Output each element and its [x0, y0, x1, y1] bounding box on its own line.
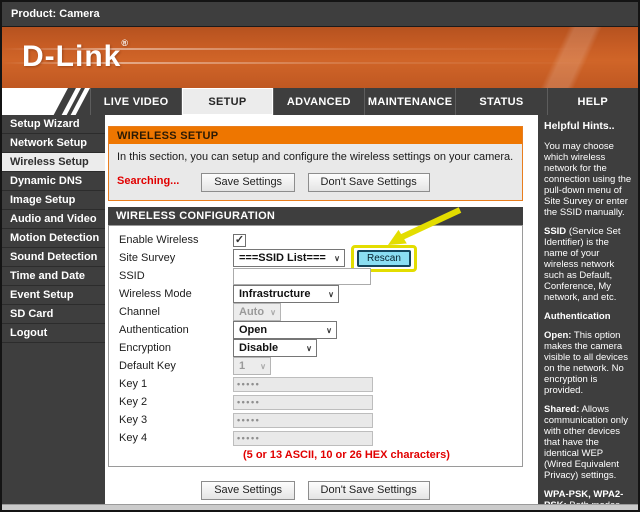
- wireless-mode-label: Wireless Mode: [119, 288, 233, 300]
- encryption-select[interactable]: Disable ∨: [233, 339, 317, 357]
- ssid-row: SSID: [119, 267, 522, 285]
- brand-banner: D-Link®: [2, 27, 638, 88]
- hint-ssid: SSID (Service Set Identifier) is the nam…: [544, 226, 633, 303]
- registered-mark: ®: [121, 38, 128, 48]
- wireless-configuration-form: Enable Wireless ✓ Site Survey ===SSID Li…: [108, 225, 523, 467]
- helpful-hints-title: Helpful Hints..: [544, 121, 633, 132]
- key2-input: [233, 395, 373, 410]
- key1-input: [233, 377, 373, 392]
- footer-bar: [2, 504, 638, 510]
- key3-input: [233, 413, 373, 428]
- authentication-row: Authentication Open ∨: [119, 321, 522, 339]
- default-key-select: 1 ∨: [233, 357, 271, 375]
- channel-row: Channel Auto ∨: [119, 303, 522, 321]
- sidebar-item-motion-detection[interactable]: Motion Detection: [2, 229, 105, 248]
- bottom-actions-row: Save Settings Don't Save Settings: [108, 480, 523, 500]
- key1-label: Key 1: [119, 378, 233, 390]
- tab-live-video[interactable]: LIVE VIDEO: [90, 88, 181, 115]
- key4-input: [233, 431, 373, 446]
- sidebar-item-image-setup[interactable]: Image Setup: [2, 191, 105, 210]
- searching-status: Searching...: [117, 175, 179, 187]
- channel-select: Auto ∨: [233, 303, 281, 321]
- nav-tabs: LIVE VIDEO SETUP ADVANCED MAINTENANCE ST…: [90, 88, 638, 115]
- tab-advanced[interactable]: ADVANCED: [273, 88, 364, 115]
- key3-row: Key 3: [119, 411, 522, 429]
- site-survey-label: Site Survey: [119, 252, 233, 264]
- wireless-setup-body: In this section, you can setup and confi…: [109, 144, 522, 200]
- tab-maintenance[interactable]: MAINTENANCE: [364, 88, 455, 115]
- wireless-setup-section: WIRELESS SETUP In this section, you can …: [108, 126, 523, 201]
- product-label: Product: Camera: [2, 2, 638, 27]
- key-format-note: (5 or 13 ASCII, 10 or 26 HEX characters): [243, 449, 522, 461]
- sidebar-item-event-setup[interactable]: Event Setup: [2, 286, 105, 305]
- key3-label: Key 3: [119, 414, 233, 426]
- sidebar-item-wireless-setup[interactable]: Wireless Setup: [2, 153, 105, 172]
- enable-wireless-row: Enable Wireless ✓: [119, 231, 522, 249]
- enable-wireless-checkbox[interactable]: ✓: [233, 234, 246, 247]
- tab-setup[interactable]: SETUP: [181, 88, 272, 115]
- chevron-down-icon: ∨: [270, 308, 276, 317]
- wireless-mode-select[interactable]: Infrastructure ∨: [233, 285, 339, 303]
- wireless-mode-row: Wireless Mode Infrastructure ∨: [119, 285, 522, 303]
- sidebar-item-time-and-date[interactable]: Time and Date: [2, 267, 105, 286]
- main-nav: LIVE VIDEO SETUP ADVANCED MAINTENANCE ST…: [2, 88, 638, 115]
- helpful-hints-panel: Helpful Hints.. You may choose which wir…: [538, 115, 638, 504]
- authentication-label: Authentication: [119, 324, 233, 336]
- rescan-button[interactable]: Rescan: [357, 250, 411, 267]
- sidebar-item-sd-card[interactable]: SD Card: [2, 305, 105, 324]
- checkbox-check-icon: ✓: [235, 235, 244, 246]
- default-key-label: Default Key: [119, 360, 233, 372]
- ssid-input[interactable]: [233, 268, 371, 285]
- sidebar-item-audio-and-video[interactable]: Audio and Video: [2, 210, 105, 229]
- sidebar-item-setup-wizard[interactable]: Setup Wizard: [2, 115, 105, 134]
- chevron-down-icon: ∨: [328, 290, 334, 299]
- save-settings-button-top[interactable]: Save Settings: [201, 173, 295, 192]
- sidebar-item-dynamic-dns[interactable]: Dynamic DNS: [2, 172, 105, 191]
- authentication-select[interactable]: Open ∨: [233, 321, 337, 339]
- hint-shared: Shared: Allows communication only with o…: [544, 404, 633, 481]
- hint-authentication-heading: Authentication: [544, 311, 633, 322]
- wireless-configuration-title: WIRELESS CONFIGURATION: [108, 207, 523, 225]
- site-survey-select[interactable]: ===SSID List=== ∨: [233, 249, 345, 267]
- setup-actions-row: Searching... Save Settings Don't Save Se…: [117, 172, 514, 191]
- chevron-down-icon: ∨: [334, 254, 340, 263]
- dont-save-settings-button-bottom[interactable]: Don't Save Settings: [308, 481, 430, 500]
- hint-wpa: WPA-PSK, WPA2-PSK: Both modes will requi…: [544, 489, 633, 504]
- tab-status[interactable]: STATUS: [455, 88, 546, 115]
- encryption-label: Encryption: [119, 342, 233, 354]
- key1-row: Key 1: [119, 375, 522, 393]
- dont-save-settings-button-top[interactable]: Don't Save Settings: [308, 173, 430, 192]
- wireless-setup-title: WIRELESS SETUP: [109, 127, 522, 144]
- nav-decorative-shape: [2, 88, 68, 115]
- chevron-down-icon: ∨: [306, 344, 312, 353]
- key4-row: Key 4: [119, 429, 522, 447]
- encryption-row: Encryption Disable ∨: [119, 339, 522, 357]
- dlink-logo: D-Link®: [22, 38, 128, 74]
- default-key-row: Default Key 1 ∨: [119, 357, 522, 375]
- wireless-setup-description: In this section, you can setup and confi…: [117, 151, 514, 163]
- hint-site-survey: You may choose which wireless network fo…: [544, 141, 633, 218]
- key4-label: Key 4: [119, 432, 233, 444]
- chevron-down-icon: ∨: [260, 362, 266, 371]
- main-content: WIRELESS SETUP In this section, you can …: [105, 115, 538, 504]
- sidebar-item-logout[interactable]: Logout: [2, 324, 105, 343]
- ssid-label: SSID: [119, 270, 233, 282]
- site-survey-row: Site Survey ===SSID List=== ∨ Rescan: [119, 249, 522, 267]
- hint-open: Open: This option makes the camera visib…: [544, 330, 633, 396]
- save-settings-button-bottom[interactable]: Save Settings: [201, 481, 295, 500]
- sidebar-item-network-setup[interactable]: Network Setup: [2, 134, 105, 153]
- enable-wireless-label: Enable Wireless: [119, 234, 233, 246]
- sidebar: Setup Wizard Network Setup Wireless Setu…: [2, 115, 105, 504]
- channel-label: Channel: [119, 306, 233, 318]
- key2-row: Key 2: [119, 393, 522, 411]
- camera-web-ui: Product: Camera D-Link® LIVE VIDEO SETUP…: [0, 0, 640, 512]
- tab-help[interactable]: HELP: [547, 88, 638, 115]
- sidebar-item-sound-detection[interactable]: Sound Detection: [2, 248, 105, 267]
- chevron-down-icon: ∨: [326, 326, 332, 335]
- key2-label: Key 2: [119, 396, 233, 408]
- banner-wedge: [498, 27, 638, 88]
